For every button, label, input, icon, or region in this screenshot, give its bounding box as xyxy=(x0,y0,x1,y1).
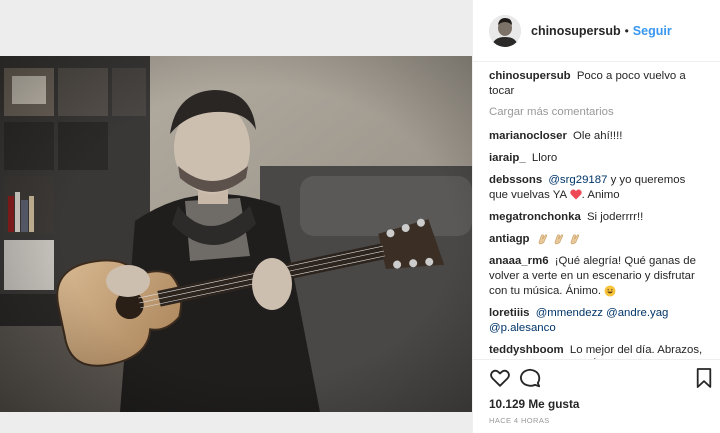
comment-item: debssons @srg29187 y yo queremos que vue… xyxy=(489,173,705,203)
comment-username[interactable]: chinosupersub xyxy=(489,70,571,82)
comment-username[interactable]: loretiiis xyxy=(489,307,530,319)
comment-text: Si joderrrr!! xyxy=(586,211,644,223)
avatar[interactable] xyxy=(489,14,521,47)
comment-item: megatronchonka Si joderrrr!! xyxy=(489,210,705,225)
load-more-comments-button[interactable]: Cargar más comentarios xyxy=(489,106,705,118)
caption: chinosupersub Poco a poco vuelvo a tocar xyxy=(489,69,705,99)
comments-list[interactable]: chinosupersub Poco a poco vuelvo a tocar… xyxy=(473,63,720,359)
comment-username[interactable]: teddyshboom xyxy=(489,344,564,356)
mention-link[interactable]: @mmendezz xyxy=(536,307,603,319)
mention-link[interactable]: @andre.yag xyxy=(606,307,668,319)
comment-username[interactable]: debssons xyxy=(489,174,542,186)
comment-username[interactable]: marianocloser xyxy=(489,130,567,142)
profile-picture-icon xyxy=(489,14,521,47)
guitarist-photo xyxy=(0,56,472,412)
mention-link[interactable]: @p.alesanco xyxy=(489,322,556,334)
post-header: chinosupersub • Seguir xyxy=(473,0,720,62)
post-viewer: chinosupersub • Seguir chinosupersub Poc… xyxy=(0,0,720,433)
comment-text: Ole ahí!!!! xyxy=(573,130,623,142)
header-separator: • xyxy=(624,23,629,38)
post-photo[interactable] xyxy=(0,56,472,412)
comment-item: loretiiis @mmendezz @andre.yag @p.alesan… xyxy=(489,306,705,336)
photo-pane xyxy=(0,0,472,433)
comment-text-end: . Animo xyxy=(581,189,620,201)
actions-bar: 10.129 Me gusta HACE 4 HORAS xyxy=(473,359,720,433)
comment-username[interactable]: anaaa_rm6 xyxy=(489,255,549,267)
bookmark-icon[interactable] xyxy=(695,367,713,389)
heart-outline-icon[interactable] xyxy=(489,367,511,389)
mention-link[interactable]: @srg29187 xyxy=(548,174,607,186)
comment-bubble-icon[interactable] xyxy=(519,367,541,389)
comment-username[interactable]: megatronchonka xyxy=(489,211,581,223)
owner-username[interactable]: chinosupersub xyxy=(531,24,621,38)
post-timestamp: HACE 4 HORAS xyxy=(489,416,550,425)
clapping-hands-icon xyxy=(554,234,563,245)
grinning-face-icon xyxy=(604,285,616,297)
comment-username[interactable]: iaraip_ xyxy=(489,152,526,164)
comment-item: anaaa_rm6 ¡Qué alegría! Qué ganas de vol… xyxy=(489,254,705,299)
clapping-hands-icon xyxy=(570,234,580,245)
clapping-hands-icon xyxy=(538,234,547,245)
follow-button[interactable]: Seguir xyxy=(633,24,672,38)
comment-text: Lloro xyxy=(531,152,558,164)
comment-item: antiagp xyxy=(489,232,705,247)
post-sidebar: chinosupersub • Seguir chinosupersub Poc… xyxy=(472,0,720,433)
red-heart-icon xyxy=(569,190,582,200)
comment-username[interactable]: antiagp xyxy=(489,233,530,245)
comment-item: iaraip_ Lloro xyxy=(489,151,705,166)
comment-item: teddyshboom Lo mejor del día. Abrazos, c… xyxy=(489,343,705,359)
likes-count[interactable]: 10.129 Me gusta xyxy=(489,397,580,411)
comment-item: marianocloser Ole ahí!!!! xyxy=(489,129,705,144)
